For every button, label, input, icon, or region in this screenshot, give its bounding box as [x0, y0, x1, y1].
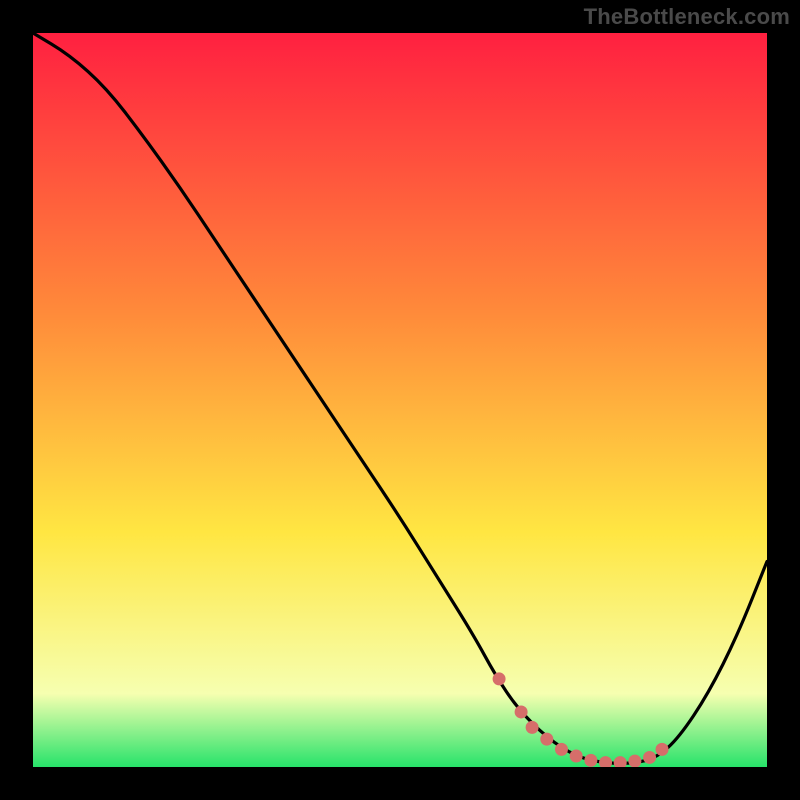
- flat-dot: [570, 749, 583, 762]
- flat-dot: [493, 672, 506, 685]
- attribution-text: TheBottleneck.com: [584, 4, 790, 30]
- flat-dot: [584, 754, 597, 767]
- flat-dot: [540, 733, 553, 746]
- flat-dot: [643, 751, 656, 764]
- flat-dot: [656, 743, 669, 756]
- flat-dot: [526, 721, 539, 734]
- chart-svg: [33, 33, 767, 767]
- gradient-background: [33, 33, 767, 767]
- flat-dot: [555, 743, 568, 756]
- chart-frame: TheBottleneck.com: [0, 0, 800, 800]
- flat-dot: [515, 705, 528, 718]
- chart-plot-area: [33, 33, 767, 767]
